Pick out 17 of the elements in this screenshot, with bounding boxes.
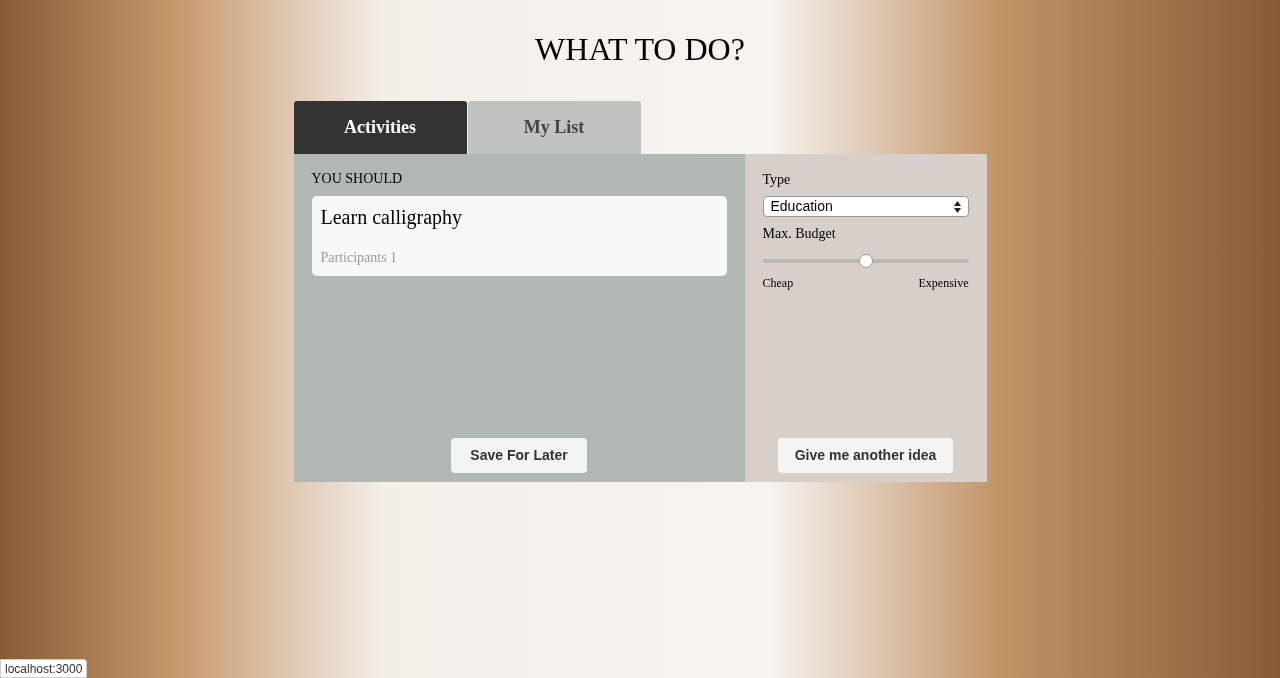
type-select[interactable]: Education [762, 196, 969, 217]
tab[interactable]: My List [467, 101, 641, 154]
budget-slider[interactable] [762, 254, 969, 268]
save-for-later-button[interactable]: Save For Later [451, 438, 587, 473]
updown-caret-icon [953, 200, 961, 213]
section-heading: YOU SHOULD [311, 171, 404, 187]
max-label: Expensive [918, 275, 969, 292]
participants-count: Participants 1 [320, 249, 399, 267]
page-title: WHAT TO DO? [535, 30, 745, 68]
another-idea-button[interactable]: Give me another idea [777, 438, 954, 473]
status-bar: localhost:3000 [0, 659, 88, 678]
budget-label: Max. Budget [762, 225, 837, 242]
tab[interactable]: Activities [293, 101, 467, 154]
type-label: Type [762, 171, 792, 188]
activity-name: Learn calligraphy [320, 205, 464, 229]
min-label: Cheap [762, 275, 794, 292]
slider-thumb[interactable] [858, 254, 873, 268]
